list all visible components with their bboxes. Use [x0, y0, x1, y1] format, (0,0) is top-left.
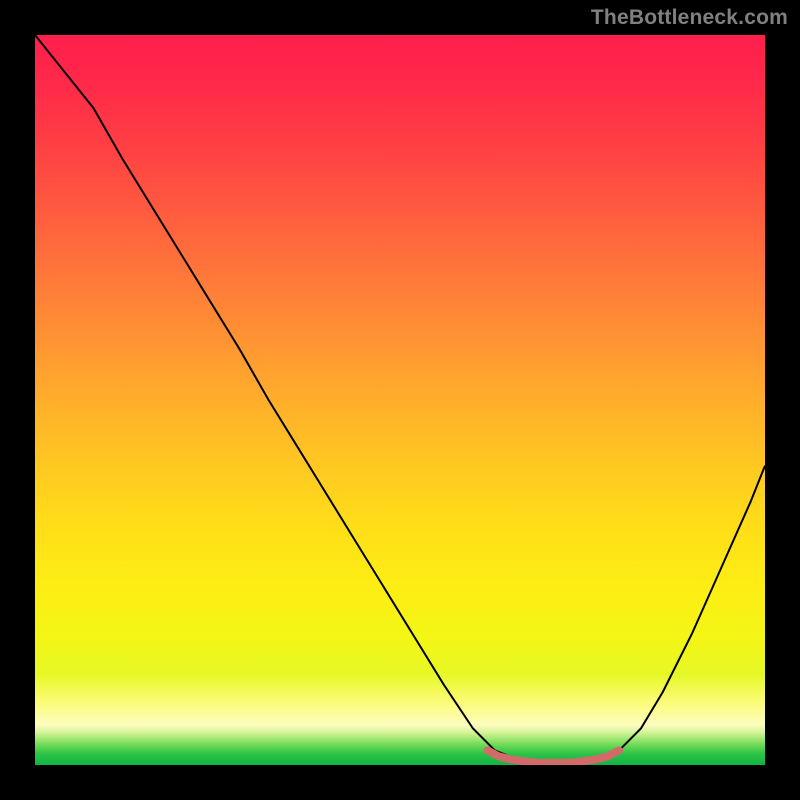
chart-svg — [35, 35, 765, 765]
watermark-text: TheBottleneck.com — [591, 6, 788, 30]
gradient-background — [35, 35, 765, 765]
chart-frame: TheBottleneck.com — [0, 0, 800, 800]
plot-area — [35, 35, 765, 765]
